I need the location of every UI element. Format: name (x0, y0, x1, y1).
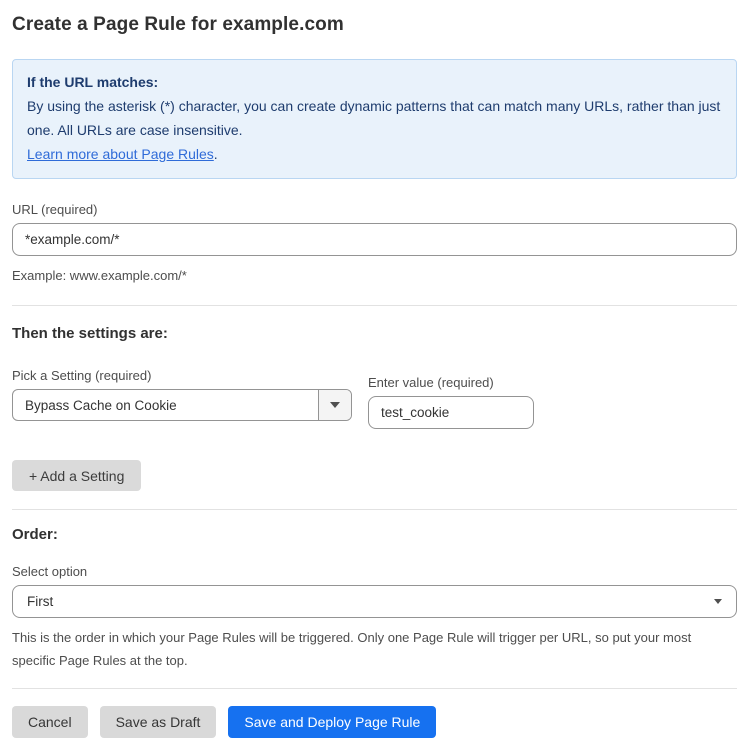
setting-select-label: Pick a Setting (required) (12, 368, 352, 383)
info-box-link-line: Learn more about Page Rules. (27, 142, 722, 166)
url-input[interactable] (12, 223, 737, 256)
setting-row: Pick a Setting (required) Bypass Cache o… (12, 368, 737, 429)
settings-section-heading: Then the settings are: (12, 325, 737, 342)
footer-actions: Cancel Save as Draft Save and Deploy Pag… (12, 706, 737, 738)
save-and-deploy-button[interactable]: Save and Deploy Page Rule (228, 706, 436, 738)
info-box-heading: If the URL matches: (27, 70, 722, 94)
setting-select-arrow-button[interactable] (318, 390, 351, 420)
url-field-label: URL (required) (12, 202, 737, 217)
link-suffix: . (214, 146, 218, 162)
setting-select-value: Bypass Cache on Cookie (13, 390, 318, 420)
value-field-label: Enter value (required) (368, 375, 534, 390)
learn-more-link[interactable]: Learn more about Page Rules (27, 146, 214, 162)
order-select-value: First (27, 594, 53, 609)
setting-value-column: Enter value (required) (368, 368, 534, 429)
order-select[interactable]: First (12, 585, 737, 618)
url-matches-info-box: If the URL matches: By using the asteris… (12, 59, 737, 179)
order-helper-text: This is the order in which your Page Rul… (12, 626, 737, 672)
setting-select[interactable]: Bypass Cache on Cookie (12, 389, 352, 421)
order-section-heading: Order: (12, 526, 737, 543)
setting-value-input[interactable] (368, 396, 534, 429)
divider (12, 509, 737, 510)
order-select-label: Select option (12, 564, 737, 579)
chevron-down-icon (714, 599, 722, 604)
create-page-rule-panel: Create a Page Rule for example.com If th… (0, 0, 750, 750)
setting-select-column: Pick a Setting (required) Bypass Cache o… (12, 368, 352, 429)
divider (12, 688, 737, 689)
info-box-body: By using the asterisk (*) character, you… (27, 94, 722, 142)
page-title: Create a Page Rule for example.com (12, 14, 737, 36)
chevron-down-icon (330, 402, 340, 408)
save-as-draft-button[interactable]: Save as Draft (100, 706, 217, 738)
cancel-button[interactable]: Cancel (12, 706, 88, 738)
url-field-helper: Example: www.example.com/* (12, 264, 737, 287)
add-setting-button[interactable]: + Add a Setting (12, 460, 141, 491)
divider (12, 305, 737, 306)
